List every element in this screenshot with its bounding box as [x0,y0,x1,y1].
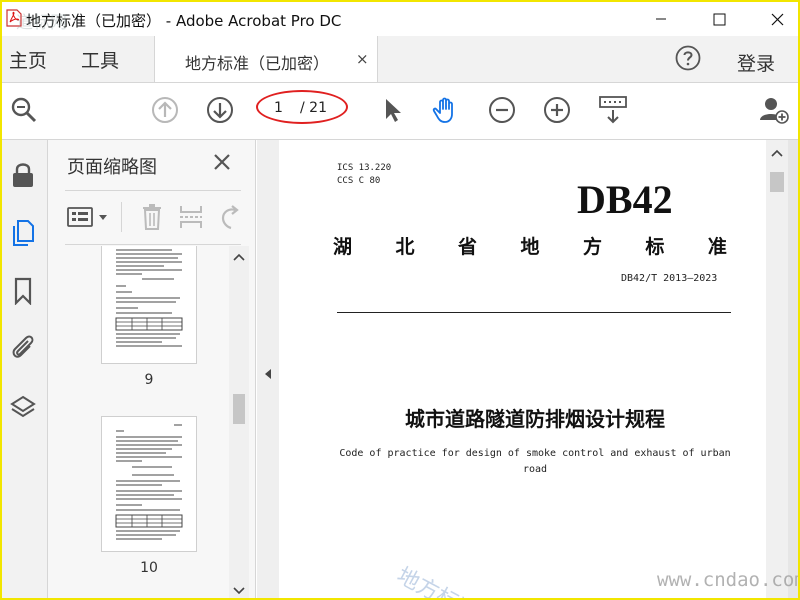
toolbar-divider [121,202,122,232]
zoom-search-button[interactable] [9,95,39,125]
app-window: 地方标准（已加密） - Adobe Acrobat Pro DC 道标网 主页 … [0,0,800,600]
corner-watermark: 道标网 [16,13,67,33]
left-nav-rail [2,140,48,598]
chevron-up-icon[interactable] [233,252,245,262]
select-tool-button[interactable] [377,95,407,125]
minimize-button[interactable] [638,2,684,36]
close-window-button[interactable] [754,2,798,36]
triangle-left-icon [265,369,271,379]
document-scroll-thumb[interactable] [770,172,784,192]
document-scrollbar[interactable] [766,140,788,598]
close-icon [771,13,783,25]
heading-char: 标 [645,236,665,258]
ccs-code: CCS C 80 [337,176,381,186]
trash-icon[interactable] [141,204,163,230]
options-menu-icon[interactable] [67,206,113,228]
page-watermark: 地方标准 [392,563,482,598]
tab-bar: 主页 工具 地方标准（已加密） × 登录 [2,36,798,83]
document-page: ICS 13.220 CCS C 80 DB42 湖 北 省 地 方 标 准 D… [279,140,766,598]
plus-circle-icon [544,97,570,123]
cursor-arrow-icon [386,99,401,122]
copy-pages-icon [13,220,34,246]
thumbnail-scrollbar[interactable] [229,246,249,598]
heading-char: 方 [582,236,602,258]
layers-rail-button[interactable] [8,392,38,422]
document-tab-label: 地方标准（已加密） [185,54,330,73]
maximize-icon [713,13,725,25]
panel-divider-lower [65,244,241,245]
title-en-line-1: Code of practice for design of smoke con… [339,448,731,459]
document-title-cn: 城市道路隧道防排烟设计规程 [405,407,665,431]
heading-char: 省 [457,236,477,258]
paperclip-icon [12,335,34,358]
window-edge [788,140,798,598]
thumbnails-rail-button[interactable] [8,218,38,248]
zoom-in-button[interactable] [542,95,572,125]
arrow-down-circle-icon [207,97,233,123]
share-user-button[interactable] [759,95,789,125]
keyboard-down-icon [599,96,627,124]
site-watermark: www.cndao.com [657,569,800,591]
header-rule [337,312,731,313]
title-bar: 地方标准（已加密） - Adobe Acrobat Pro DC 道标网 [2,2,798,36]
hand-icon [432,97,453,123]
minimize-icon [656,18,666,20]
thumbnail-scroll-thumb[interactable] [233,394,245,424]
standard-type-heading: 湖 北 省 地 方 标 准 [333,232,727,259]
document-title-en: Code of practice for design of smoke con… [339,446,731,478]
panel-divider [65,190,241,191]
security-rail-button[interactable] [8,160,38,190]
chevron-up-icon[interactable] [771,148,783,158]
bookmark-icon [14,277,32,305]
tools-menu[interactable]: 工具 [81,46,119,73]
red-highlight-ellipse [256,90,348,124]
rotate-icon[interactable] [219,204,241,230]
zoom-out-button[interactable] [487,95,517,125]
arrow-up-circle-icon [152,97,178,123]
heading-char: 准 [707,236,727,258]
thumbnail-label-10: 10 [140,560,158,576]
ics-code: ICS 13.220 [337,163,392,173]
heading-char: 北 [395,236,415,258]
insert-pages-icon[interactable] [179,204,203,230]
lock-icon [13,163,33,187]
previous-page-button[interactable] [150,95,180,125]
panel-collapse-handle[interactable] [257,140,279,598]
thumbnail-page-content [115,424,183,540]
tab-close-button[interactable]: × [356,50,369,68]
classification-codes: ICS 13.220 CCS C 80 [337,162,391,188]
maximize-button[interactable] [696,2,742,36]
thumbnail-label-9: 9 [144,372,154,388]
toolbar: 1 / 21 [2,83,798,140]
add-user-icon [760,98,789,124]
scroll-mode-button[interactable] [598,95,628,125]
standard-number: DB42/T 2013—2023 [621,273,718,284]
home-menu[interactable]: 主页 [9,46,47,73]
chevron-down-icon[interactable] [233,586,245,596]
page-thumbnail-9[interactable] [101,246,197,364]
login-button[interactable]: 登录 [737,49,775,76]
document-tab[interactable]: 地方标准（已加密） × [154,36,378,82]
page-thumbnails-panel: 页面缩略图 9 10 [48,140,256,598]
panel-toolbar [65,198,241,236]
hand-tool-button[interactable] [431,95,461,125]
standard-prefix: DB42 [577,177,673,222]
panel-title: 页面缩略图 [67,157,157,178]
thumbnail-page-content [115,249,183,347]
attachments-rail-button[interactable] [8,332,38,362]
page-thumbnail-10[interactable] [101,416,197,552]
next-page-button[interactable] [205,95,235,125]
magnifier-icon [11,97,37,123]
panel-close-icon[interactable] [212,152,232,172]
thumbnail-list: 9 10 [65,246,229,598]
title-en-line-2: road [522,464,548,475]
minus-circle-icon [489,97,515,123]
heading-char: 地 [520,236,540,258]
window-title: 地方标准（已加密） - Adobe Acrobat Pro DC [26,12,342,30]
layers-icon [10,395,36,418]
bookmarks-rail-button[interactable] [8,276,38,306]
heading-char: 湖 [333,236,353,258]
help-icon[interactable] [675,45,701,71]
